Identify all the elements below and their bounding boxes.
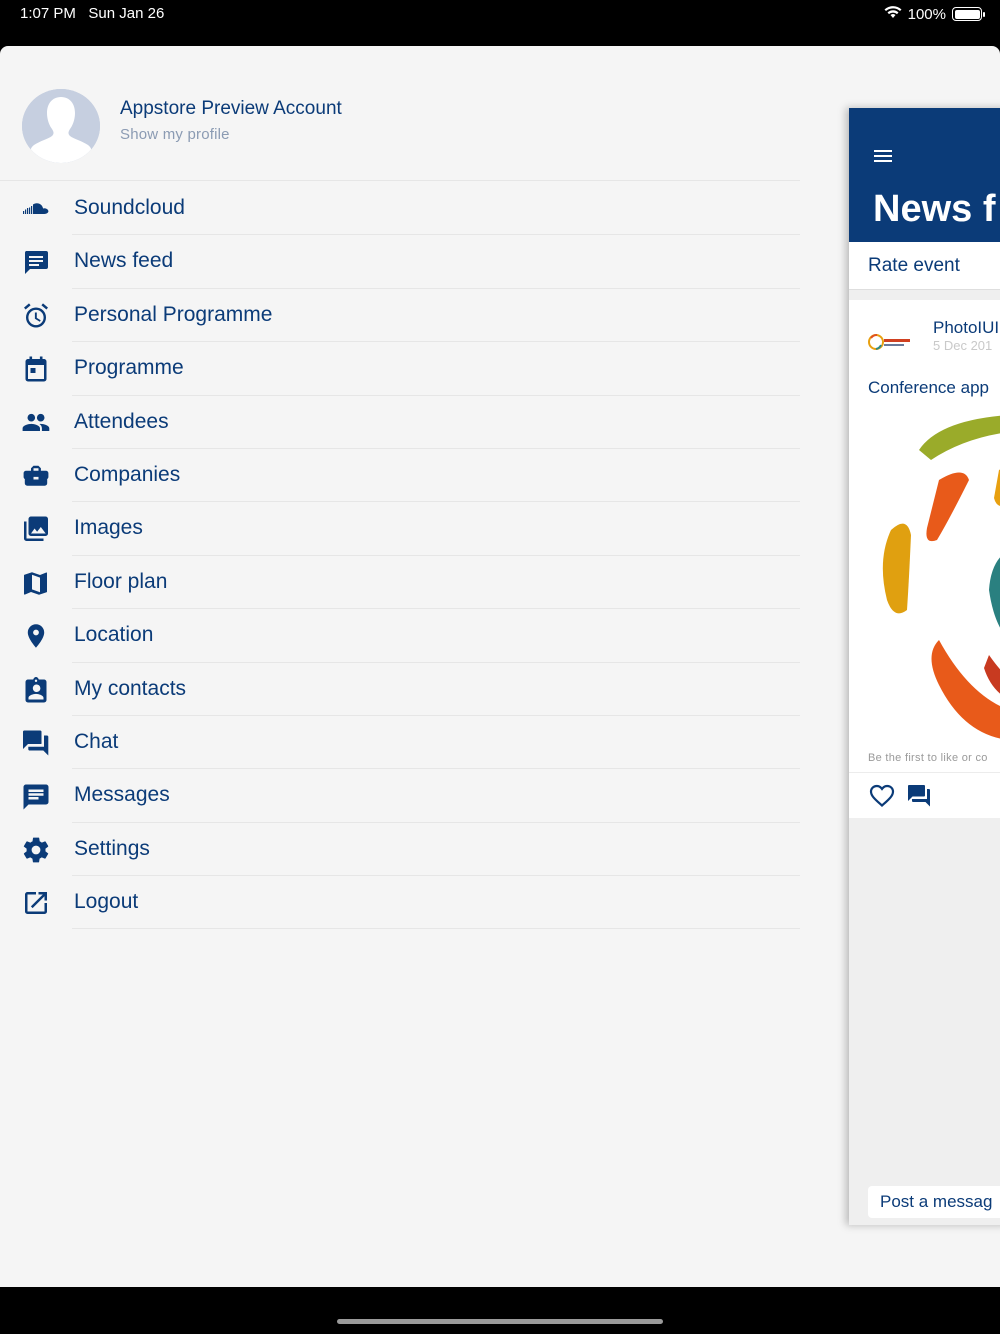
avatar	[22, 89, 100, 163]
menu-item-floor-plan[interactable]: Floor plan	[0, 556, 800, 610]
menu-item-images[interactable]: Images	[0, 502, 800, 556]
event-logo-icon	[867, 330, 915, 354]
rate-event-label: Rate event	[868, 255, 960, 276]
menu-label-settings: Settings	[74, 836, 150, 860]
menu-item-logout[interactable]: Logout	[0, 876, 800, 930]
menu-item-settings[interactable]: Settings	[0, 823, 800, 877]
status-indicators: 100%	[884, 5, 985, 23]
show-profile-link[interactable]: Show my profile	[120, 126, 230, 143]
menu-label-my-contacts: My contacts	[74, 676, 187, 700]
menu-item-my-contacts[interactable]: My contacts	[0, 663, 800, 716]
menu-item-personal-programme[interactable]: Personal Programme	[0, 289, 800, 343]
menu-label-chat: Chat	[74, 729, 119, 753]
home-indicator[interactable]	[337, 1319, 663, 1324]
menu-label-images: Images	[74, 516, 143, 540]
menu-item-messages[interactable]: Messages	[0, 769, 800, 823]
calendar-icon	[22, 355, 50, 383]
post-likes-text: Be the first to like or co	[868, 752, 988, 764]
battery-percent: 100%	[907, 5, 946, 23]
contact-card-icon	[22, 676, 50, 704]
status-time: 1:07 PM Sun Jan 26	[20, 5, 164, 22]
comment-icon[interactable]	[906, 783, 932, 809]
app-screen: Appstore Preview Account Show my profile…	[0, 46, 1000, 1287]
chat-bubble-icon	[22, 248, 50, 276]
status-time-text: 1:07 PM	[20, 5, 76, 22]
menu-label-attendees: Attendees	[74, 409, 169, 433]
menu-item-location[interactable]: Location	[0, 609, 800, 663]
menu-label-soundcloud: Soundcloud	[74, 196, 185, 219]
menu-label-personal-programme: Personal Programme	[74, 302, 273, 326]
menu-label-messages: Messages	[74, 783, 170, 807]
profile-header[interactable]: Appstore Preview Account Show my profile	[0, 46, 800, 181]
status-bar: 1:07 PM Sun Jan 26 100%	[0, 0, 1000, 46]
menu-item-news-feed[interactable]: News feed	[0, 235, 800, 289]
people-icon	[22, 409, 50, 437]
forum-icon	[22, 729, 50, 757]
news-feed-panel[interactable]: News f Rate event PhotoIUI 5 Dec 201 Con…	[849, 108, 1000, 1225]
post-text: Conference app	[868, 378, 989, 397]
post-date: 5 Dec 201	[933, 338, 993, 353]
post-message-label: Post a messag	[880, 1192, 993, 1211]
menu-label-floor-plan: Floor plan	[74, 569, 168, 593]
post-author[interactable]: PhotoIUI	[933, 318, 999, 338]
menu-label-programme: Programme	[74, 356, 184, 380]
divider	[72, 928, 800, 930]
post-actions	[849, 772, 1000, 818]
soundcloud-icon	[22, 195, 50, 223]
rate-event-button[interactable]: Rate event	[849, 242, 1000, 290]
menu-label-news-feed: News feed	[74, 249, 174, 273]
news-post-card[interactable]: PhotoIUI 5 Dec 201 Conference app Be the…	[849, 300, 1000, 818]
external-link-icon	[22, 889, 50, 917]
map-icon	[22, 569, 50, 597]
profile-name: Appstore Preview Account	[120, 98, 342, 119]
message-icon	[22, 782, 50, 810]
hamburger-menu-icon[interactable]	[874, 150, 894, 164]
panel-title: News f	[873, 188, 996, 230]
heart-icon[interactable]	[869, 783, 895, 809]
wifi-icon	[884, 5, 902, 23]
gear-icon	[22, 836, 50, 864]
menu-item-companies[interactable]: Companies	[0, 449, 800, 503]
avatar-silhouette-icon	[22, 89, 100, 163]
menu-label-location: Location	[74, 623, 154, 647]
location-pin-icon	[22, 622, 50, 650]
menu-item-programme[interactable]: Programme	[0, 342, 800, 396]
briefcase-icon	[22, 462, 50, 490]
status-date-text: Sun Jan 26	[88, 5, 165, 22]
menu-label-logout: Logout	[74, 890, 139, 914]
menu-item-soundcloud[interactable]: Soundcloud	[0, 182, 800, 236]
menu-item-chat[interactable]: Chat	[0, 716, 800, 770]
post-image[interactable]	[869, 410, 1000, 740]
alarm-clock-icon	[22, 302, 50, 330]
post-message-button[interactable]: Post a messag	[868, 1186, 1000, 1218]
menu-item-attendees[interactable]: Attendees	[0, 396, 800, 449]
battery-icon	[952, 7, 985, 21]
side-menu: Soundcloud News feed Personal Programme …	[0, 182, 800, 930]
photo-library-icon	[22, 515, 50, 543]
news-feed-header: News f	[849, 108, 1000, 242]
menu-label-companies: Companies	[74, 462, 181, 486]
